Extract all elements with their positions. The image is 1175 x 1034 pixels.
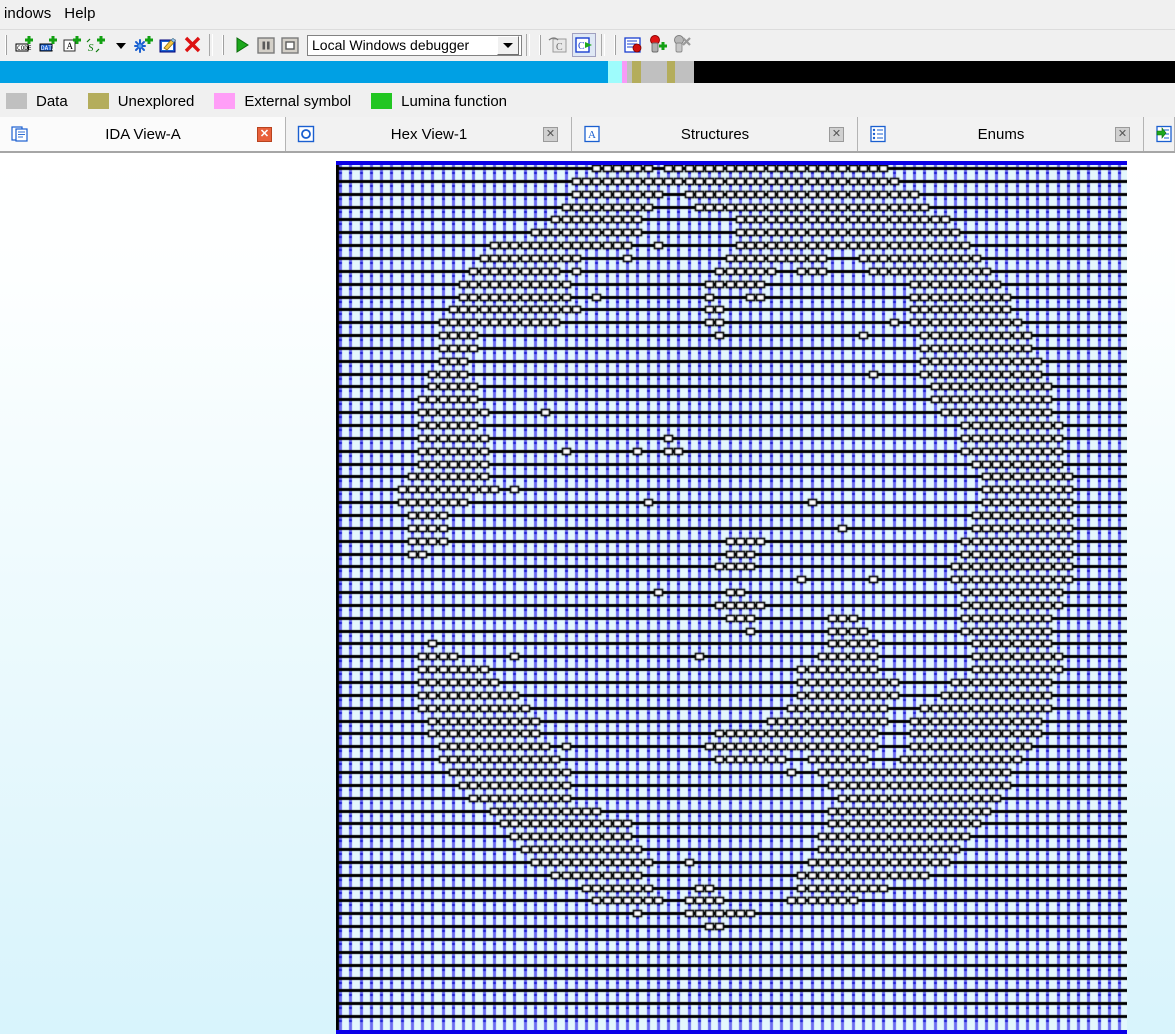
tab-hex-view-1-label: Hex View-1 <box>390 125 468 143</box>
tab-hex-view-1-close-icon[interactable]: ✕ <box>543 126 558 142</box>
svg-text:C: C <box>578 41 585 52</box>
delete-breakpoint-button[interactable] <box>671 34 693 56</box>
stop-button[interactable] <box>279 34 301 56</box>
legend-data-label: Data <box>36 92 68 110</box>
make-code-button[interactable]: CODE <box>14 34 36 56</box>
tab-hex-view-1[interactable]: Hex View-1 ✕ <box>286 117 572 151</box>
legend-lumina-function: Lumina function <box>371 93 507 110</box>
tab-structures[interactable]: A Structures ✕ <box>572 117 858 151</box>
legend-lumina-function-swatch <box>371 93 393 109</box>
debugger-select-value: Local Windows debugger <box>312 36 470 53</box>
undefine-button[interactable] <box>182 34 204 56</box>
menu-windows[interactable]: indows <box>0 3 60 26</box>
svg-text:DATA: DATA <box>41 45 56 52</box>
make-data-button[interactable]: DATA <box>38 34 60 56</box>
navband-segment-4[interactable] <box>632 61 641 83</box>
svg-text:S: S <box>88 42 94 54</box>
struct-plus-icon: S <box>86 34 108 56</box>
add-breakpoint-button[interactable] <box>647 34 669 56</box>
breakpoint-add-icon <box>647 34 669 56</box>
graph-selection-border-bottom <box>336 1030 1127 1034</box>
navband-segment-7[interactable] <box>675 61 694 83</box>
navigator-band[interactable] <box>0 61 1175 83</box>
enums-icon <box>869 125 887 143</box>
tab-enums[interactable]: Enums ✕ <box>858 117 1144 151</box>
pause-icon <box>255 34 277 56</box>
pause-button[interactable] <box>255 34 277 56</box>
structures-icon: A <box>583 125 601 143</box>
toolbar-grip-3[interactable] <box>537 34 544 56</box>
make-array-button[interactable] <box>134 34 156 56</box>
legend-external-symbol-label: External symbol <box>244 92 352 110</box>
svg-text:A: A <box>588 129 596 141</box>
make-struct-button[interactable]: S <box>86 34 108 56</box>
play-triangle-icon <box>231 34 253 56</box>
breakpoint-list-icon <box>623 34 645 56</box>
imports-icon <box>1155 125 1173 143</box>
toolbar: CODE DATA A S Local Windows debugger C C <box>0 29 1175 60</box>
navigator-legend: Data Unexplored External symbol Lumina func… <box>0 87 1175 115</box>
tab-ida-view-a[interactable]: IDA View-A ✕ <box>0 117 286 151</box>
navband-segment-0[interactable] <box>0 61 608 83</box>
legend-external-symbol: External symbol <box>214 93 351 110</box>
navband-segment-1[interactable] <box>608 61 622 83</box>
chevron-down-icon <box>114 38 128 52</box>
tab-structures-close-icon[interactable]: ✕ <box>829 126 844 142</box>
legend-unexplored: Unexplored <box>87 92 195 110</box>
data-plus-icon: DATA <box>38 34 60 56</box>
toolbar-grip-1[interactable] <box>3 34 10 56</box>
step-over-button[interactable]: C <box>548 34 570 56</box>
menu-help[interactable]: Help <box>60 3 104 26</box>
debugger-select-arrow[interactable] <box>497 35 519 55</box>
make-dropdown-button[interactable] <box>110 34 132 56</box>
menu-bar: indows Help <box>0 0 1175 29</box>
tab-enums-close-icon[interactable]: ✕ <box>1115 126 1130 142</box>
rename-button[interactable] <box>158 34 180 56</box>
navband-segment-6[interactable] <box>667 61 675 83</box>
navband-segment-5[interactable] <box>641 61 667 83</box>
tab-imports[interactable] <box>1144 117 1175 151</box>
step-over-icon: C <box>548 34 570 56</box>
ida-view-icon <box>11 125 29 143</box>
tab-ida-view-a-label: IDA View-A <box>105 125 181 143</box>
toolbar-grip-2[interactable] <box>220 34 227 56</box>
svg-text:C: C <box>556 42 563 53</box>
step-into-button[interactable]: C <box>572 33 596 57</box>
make-ascii-button[interactable]: A <box>62 34 84 56</box>
step-into-icon: C <box>573 34 595 56</box>
toolbar-separator-3 <box>601 34 605 56</box>
legend-data: Data <box>6 93 68 110</box>
toolbar-separator-2 <box>526 34 530 56</box>
chevron-down-icon <box>503 42 513 48</box>
tab-enums-label: Enums <box>977 125 1025 143</box>
pencil-box-icon <box>158 34 180 56</box>
main-content-area <box>0 153 1175 1034</box>
legend-unexplored-swatch <box>87 93 109 109</box>
legend-data-swatch <box>6 93 27 109</box>
debugger-select[interactable]: Local Windows debugger <box>307 34 522 56</box>
asterisk-plus-icon <box>134 34 156 56</box>
navband-segment-8[interactable] <box>694 61 1175 83</box>
breakpoint-delete-icon <box>671 34 693 56</box>
toolbar-separator-1 <box>209 34 213 56</box>
ida-graph-view[interactable] <box>336 164 1127 1034</box>
legend-external-symbol-swatch <box>214 93 236 109</box>
ascii-plus-icon: A <box>62 34 84 56</box>
tab-ida-view-a-close-icon[interactable]: ✕ <box>257 126 272 142</box>
breakpoint-list-button[interactable] <box>623 34 645 56</box>
svg-text:A: A <box>67 41 74 51</box>
toolbar-grip-4[interactable] <box>612 34 619 56</box>
code-plus-icon: CODE <box>14 34 36 56</box>
tab-structures-label: Structures <box>680 125 750 143</box>
graph-selection-border-top <box>336 161 1127 165</box>
legend-lumina-function-label: Lumina function <box>401 92 508 110</box>
legend-unexplored-label: Unexplored <box>117 92 195 110</box>
hex-view-icon <box>297 125 315 143</box>
tab-bar: IDA View-A ✕ Hex View-1 ✕ A Structures ✕ Enums ✕ <box>0 117 1175 153</box>
run-button[interactable] <box>231 34 253 56</box>
stop-square-icon <box>279 34 301 56</box>
svg-text:CODE: CODE <box>17 45 32 52</box>
red-x-icon <box>182 34 204 56</box>
